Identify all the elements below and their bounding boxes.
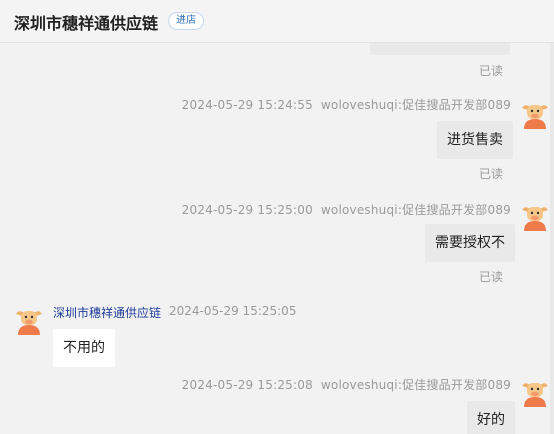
shop-name: 深圳市穗祥通供应链 <box>14 14 159 33</box>
message-time: 2024-05-29 15:25:08 <box>181 378 313 392</box>
message-time: 2024-05-29 15:25:05 <box>169 304 297 318</box>
avatar-icon <box>522 383 548 407</box>
sender-name[interactable]: 深圳市穗祥通供应链 <box>53 304 161 321</box>
message-bubble-outgoing <box>370 43 510 55</box>
enter-shop-button[interactable]: 进店 <box>168 12 204 30</box>
read-status: 已读 <box>479 167 504 181</box>
message-meta: 2024-05-29 15:24:55 woloveshuqi:促佳搜品开发部08… <box>182 96 511 113</box>
sender-name: woloveshuqi:促佳搜品开发部089 <box>320 378 511 392</box>
sender-name: woloveshuqi:促佳搜品开发部089 <box>320 98 511 112</box>
message-meta: 2024-05-29 15:25:08 woloveshuqi:促佳搜品开发部08… <box>182 376 511 393</box>
read-status: 已读 <box>479 270 504 284</box>
chat-header: 深圳市穗祥通供应链 进店 <box>0 0 554 43</box>
message-list[interactable]: 已读 2024-05-29 15:24:55 woloveshuqi:促佳搜品开发… <box>0 43 554 434</box>
message-bubble-outgoing: 进货售卖 <box>437 121 513 159</box>
avatar-icon <box>522 207 548 231</box>
sender-name: woloveshuqi:促佳搜品开发部089 <box>320 203 511 217</box>
message-bubble-incoming: 不用的 <box>53 329 115 367</box>
avatar-icon <box>16 311 42 335</box>
message-time: 2024-05-29 15:25:00 <box>181 203 313 217</box>
message-bubble-outgoing: 需要授权不 <box>425 224 515 262</box>
message-bubble-outgoing: 好的 <box>467 401 515 434</box>
message-time: 2024-05-29 15:24:55 <box>181 98 313 112</box>
scrollbar[interactable] <box>550 43 554 434</box>
read-status: 已读 <box>479 64 504 78</box>
avatar-icon <box>522 105 548 129</box>
message-meta: 2024-05-29 15:25:00 woloveshuqi:促佳搜品开发部08… <box>182 201 511 218</box>
